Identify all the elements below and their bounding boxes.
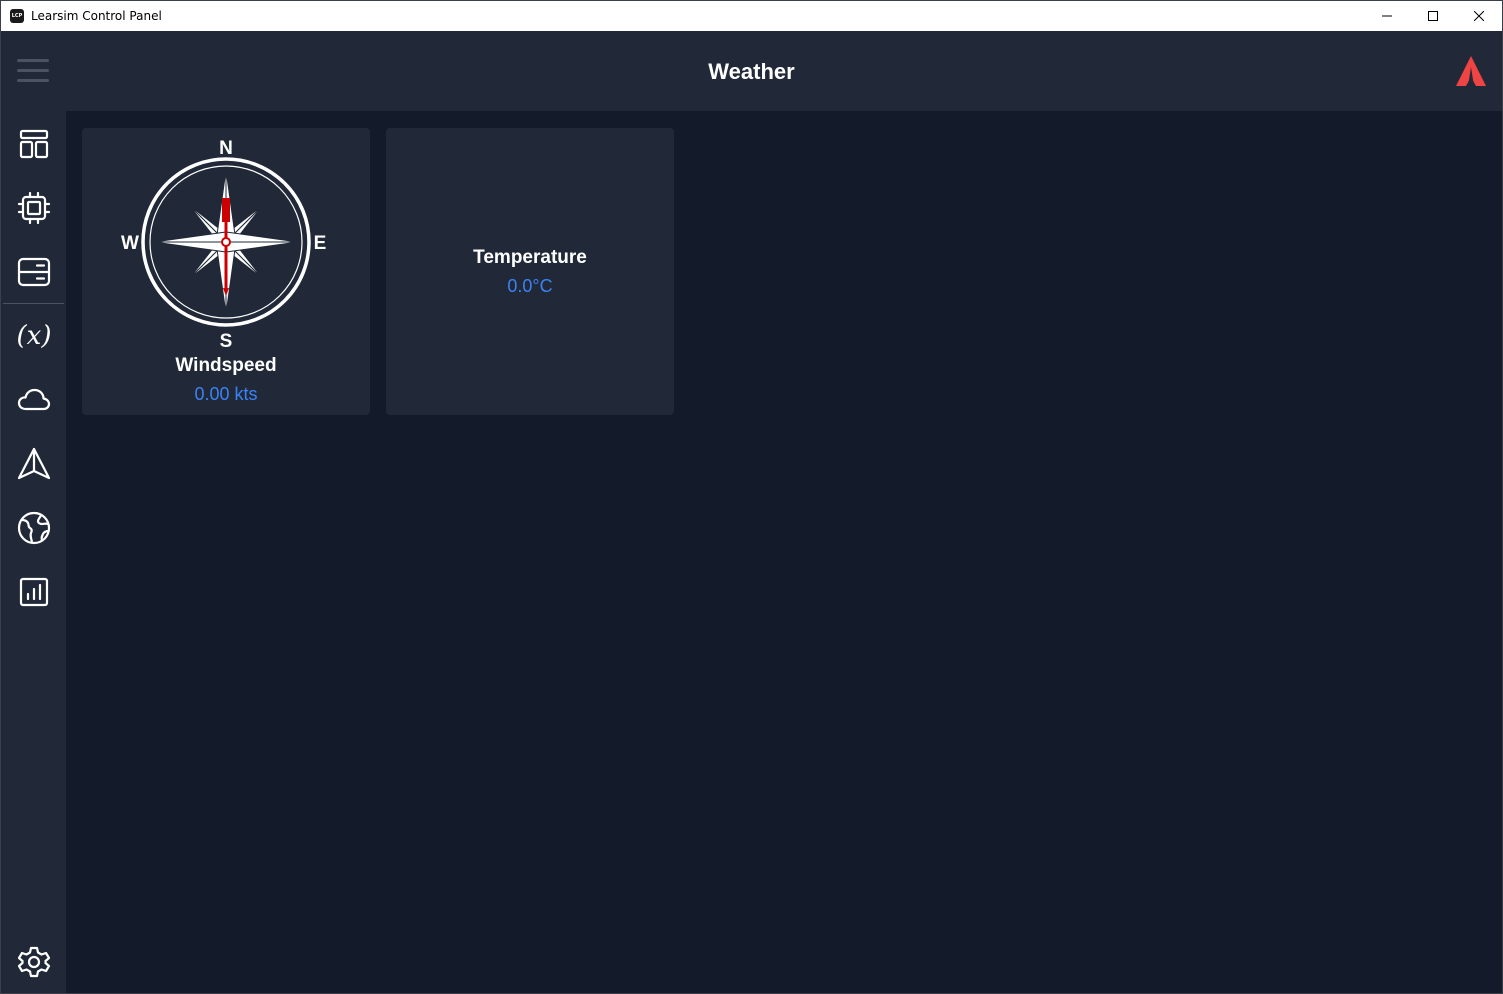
page-title: Weather <box>708 59 795 84</box>
sidebar-item-server[interactable] <box>1 247 66 297</box>
maximize-button[interactable] <box>1410 1 1456 31</box>
sidebar-item-world[interactable] <box>1 503 66 553</box>
wind-card: N S W E Windspeed 0.00 kts <box>82 128 370 415</box>
compass-south-label: S <box>220 331 233 352</box>
app-icon: LCP <box>10 9 24 23</box>
gear-icon <box>17 946 50 978</box>
close-icon <box>1474 11 1484 21</box>
minimize-icon <box>1382 15 1392 17</box>
temperature-label: Temperature <box>473 247 587 268</box>
cloud-icon <box>17 388 50 411</box>
compass-north-label: N <box>219 138 233 159</box>
globe-icon <box>17 511 50 545</box>
sidebar-item-statistics[interactable] <box>1 567 66 617</box>
compass-east-label: E <box>314 233 327 254</box>
brand-logo-icon <box>1454 55 1488 89</box>
chip-icon <box>17 191 50 225</box>
sidebar-divider <box>3 303 64 304</box>
sidebar-item-navigation[interactable] <box>1 439 66 489</box>
layout-icon <box>19 129 48 159</box>
window-title: Learsim Control Panel <box>31 9 162 23</box>
sidebar-item-dashboard[interactable] <box>1 119 66 169</box>
sidebar-item-settings[interactable] <box>1 937 66 987</box>
window-controls <box>1364 1 1502 31</box>
server-icon <box>17 257 50 287</box>
sidebar-item-hardware[interactable] <box>1 183 66 233</box>
sidebar-item-weather[interactable] <box>1 375 66 425</box>
variable-icon: (x) <box>16 321 51 351</box>
sidebar-item-variables[interactable]: (x) <box>1 311 66 361</box>
temperature-value: 0.0°C <box>507 276 553 296</box>
windspeed-value: 0.00 kts <box>194 384 258 404</box>
main-content: N S W E Windspeed 0.00 kts Temperature 0… <box>66 111 1502 993</box>
chart-icon <box>19 577 48 607</box>
navigation-icon <box>17 447 50 480</box>
compass-rose-icon: N S W E <box>121 138 327 352</box>
compass-west-label: W <box>121 233 139 254</box>
svg-text:(x): (x) <box>16 321 51 351</box>
title-bar: LCP Learsim Control Panel <box>1 1 1502 31</box>
close-button[interactable] <box>1456 1 1502 31</box>
temperature-card: Temperature 0.0°C <box>386 128 674 415</box>
windspeed-label: Windspeed <box>175 355 277 376</box>
app-window: LCP Learsim Control Panel Weather (x) N … <box>0 0 1503 994</box>
maximize-icon <box>1428 11 1438 21</box>
sidebar: (x) <box>1 111 66 993</box>
minimize-button[interactable] <box>1364 1 1410 31</box>
app-header: Weather <box>1 31 1502 111</box>
